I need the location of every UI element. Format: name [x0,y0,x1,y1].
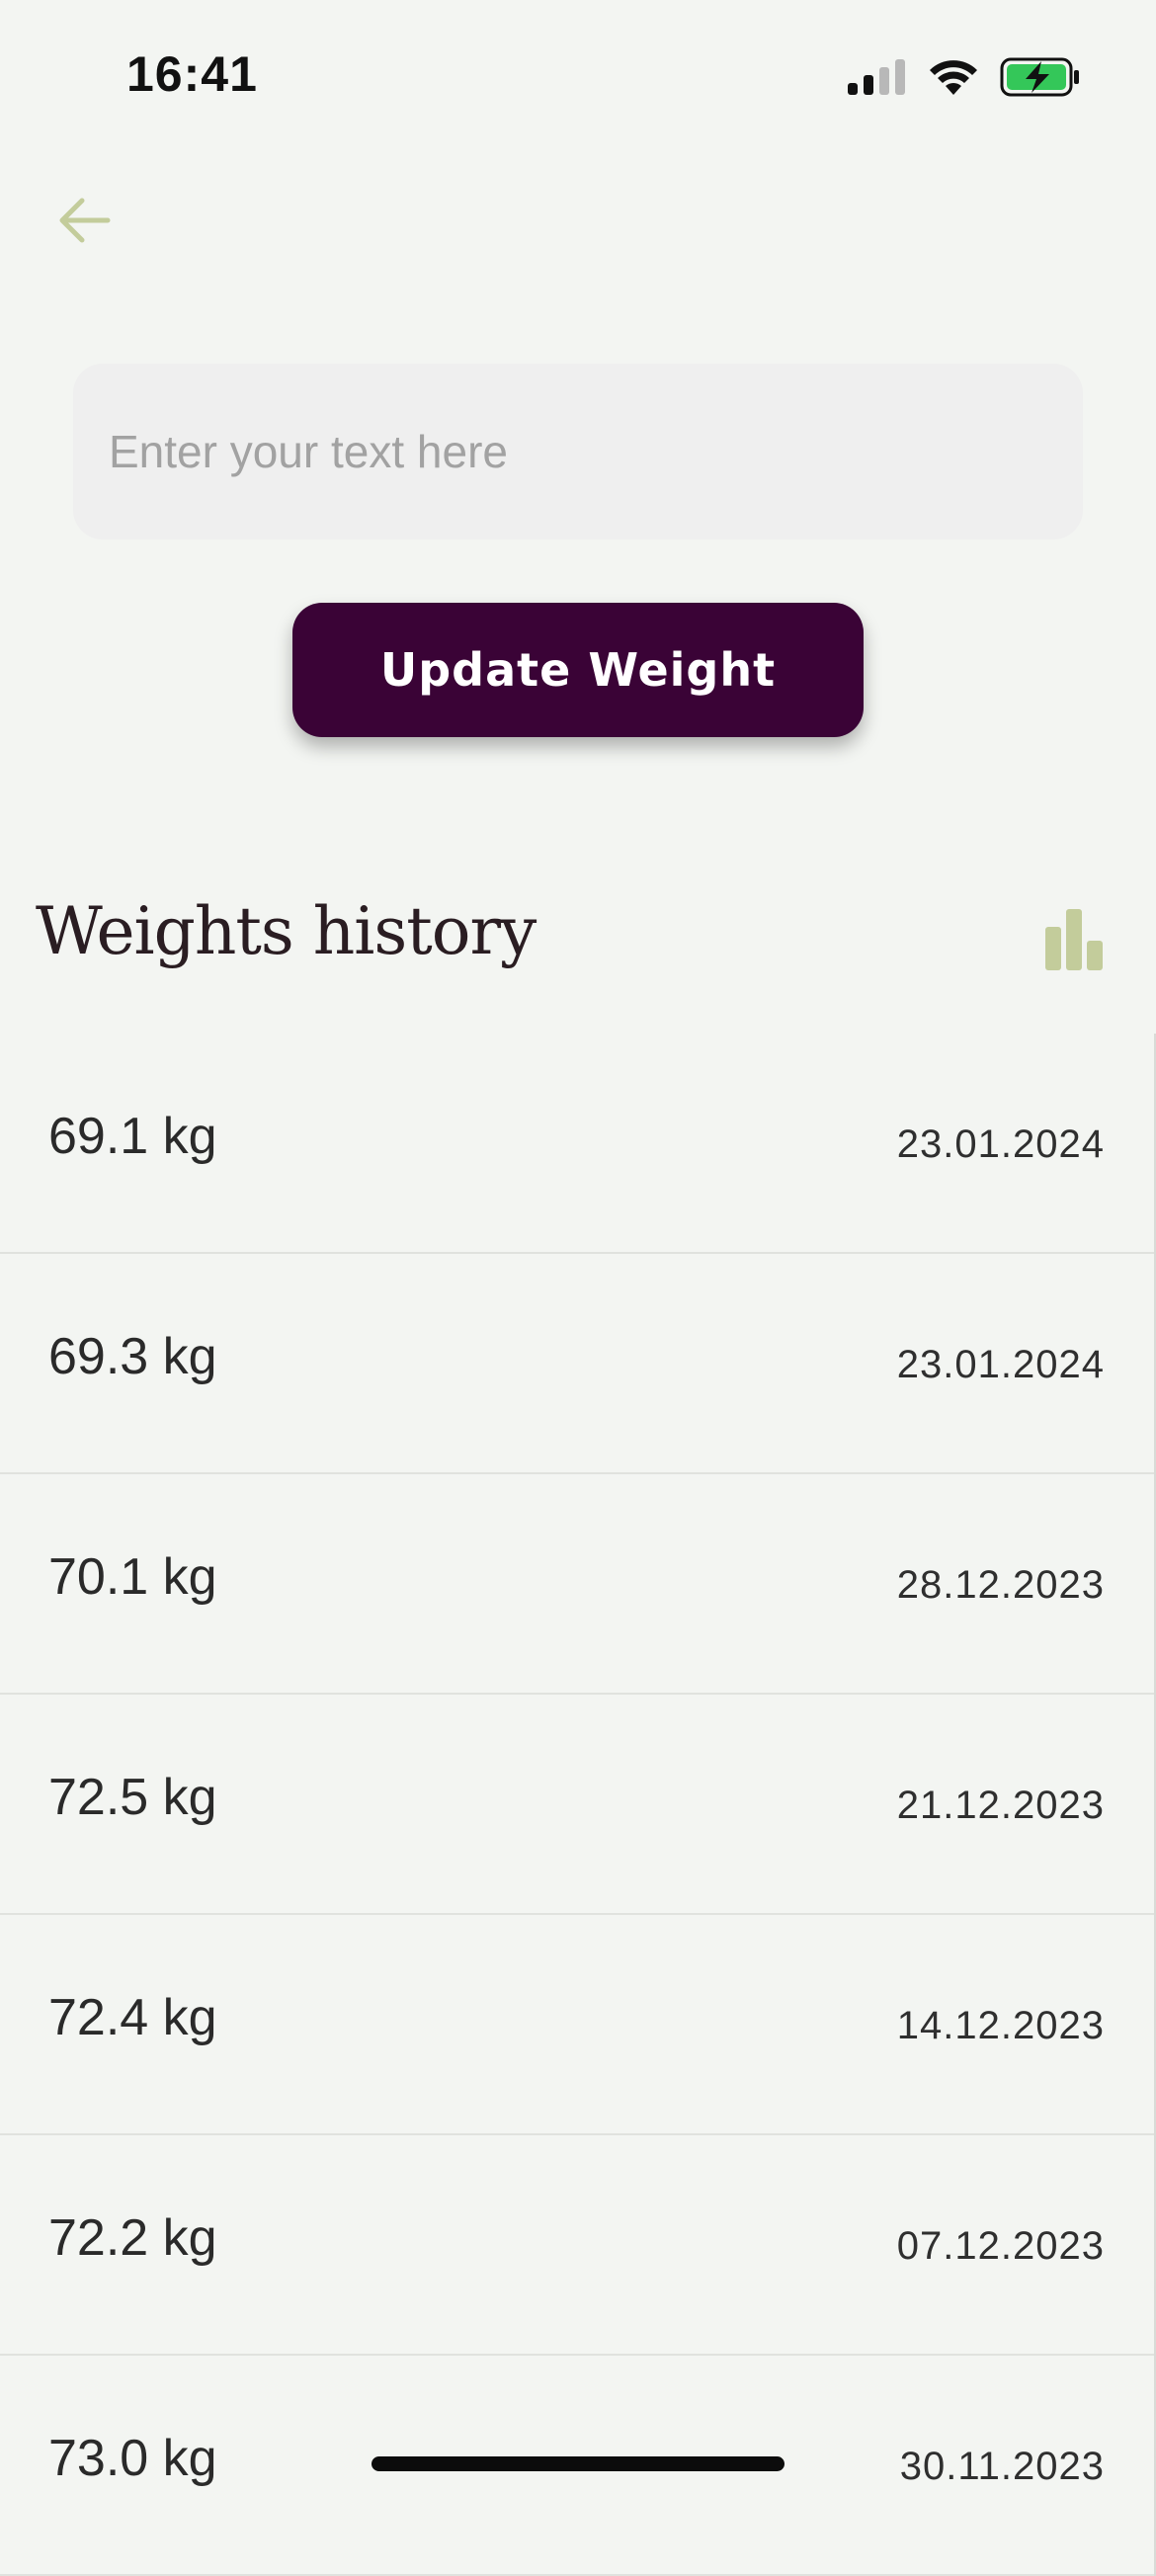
home-indicator [372,2456,784,2471]
status-bar: 16:41 [0,0,1156,148]
weight-date: 07.12.2023 [896,2224,1105,2268]
back-button[interactable] [51,188,117,253]
weight-history-row[interactable]: 70.1 kg 28.12.2023 [0,1474,1154,1695]
weight-value: 72.2 kg [48,2209,217,2267]
weight-value: 72.5 kg [48,1769,217,1826]
wifi-icon [930,60,977,95]
weight-date: 28.12.2023 [896,1563,1105,1607]
weight-history-row[interactable]: 72.2 kg 07.12.2023 [0,2135,1154,2356]
weight-history-row[interactable]: 72.5 kg 21.12.2023 [0,1695,1154,1915]
weight-value: 69.1 kg [48,1108,217,1165]
cellular-signal-icon [848,59,905,95]
update-weight-button[interactable]: Update Weight [292,603,864,737]
battery-charging-icon [1000,57,1079,97]
weight-date: 21.12.2023 [896,1784,1105,1827]
bar-chart-icon [1045,909,1103,970]
weight-date: 23.01.2024 [896,1122,1105,1166]
weight-history-row[interactable]: 69.3 kg 23.01.2024 [0,1254,1154,1474]
section-title: Weights history [36,893,537,969]
weight-input[interactable] [73,364,1083,540]
weight-date: 30.11.2023 [899,2445,1105,2488]
weight-value: 69.3 kg [48,1328,217,1385]
status-icons [848,55,1081,99]
arrow-left-icon [59,198,111,243]
weight-history-row[interactable]: 69.1 kg 23.01.2024 [0,1034,1154,1254]
weight-value: 73.0 kg [48,2430,217,2487]
weight-value: 72.4 kg [48,1989,217,2046]
weight-date: 14.12.2023 [896,2004,1105,2047]
weight-history-row[interactable]: 72.4 kg 14.12.2023 [0,1915,1154,2135]
status-time: 16:41 [126,46,258,102]
chart-button[interactable] [1039,907,1109,976]
weight-value: 70.1 kg [48,1548,217,1606]
weight-date: 23.01.2024 [896,1343,1105,1386]
weights-history-list: 69.1 kg 23.01.2024 69.3 kg 23.01.2024 70.1 k… [0,1034,1156,2576]
